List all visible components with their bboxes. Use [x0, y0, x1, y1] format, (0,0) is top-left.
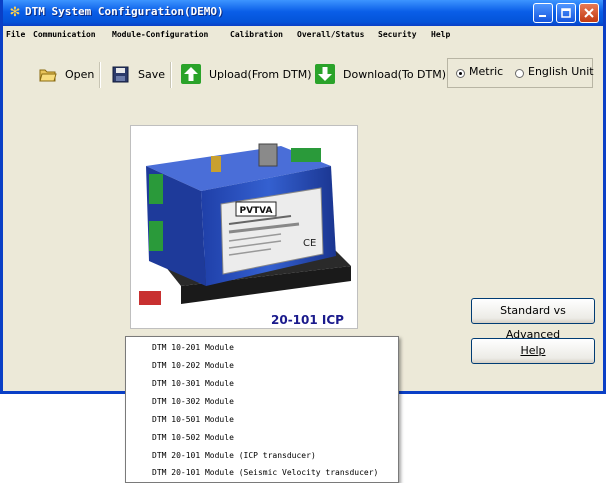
- module-list-item[interactable]: DTM 10-202 Module: [152, 361, 234, 370]
- upload-button[interactable]: Upload(From DTM): [181, 64, 312, 86]
- module-dropdown-menu: DTM 10-201 Module DTM 10-202 Module DTM …: [125, 336, 399, 483]
- download-button[interactable]: Download(To DTM): [315, 64, 446, 86]
- module-list-item[interactable]: DTM 10-301 Module: [152, 379, 234, 388]
- module-list-item[interactable]: DTM 10-201 Module: [152, 343, 234, 352]
- standard-vs-advanced-button[interactable]: Standard vs Advanced: [471, 298, 595, 341]
- dtm-module-illustration: PVTVA CE: [139, 143, 351, 305]
- save-button[interactable]: Save: [111, 64, 165, 86]
- svg-text:CE: CE: [303, 238, 316, 249]
- download-label: Download(To DTM): [343, 68, 447, 81]
- menu-overall-status[interactable]: Overall/Status: [297, 30, 364, 39]
- unit-selector: Metric English Unit: [447, 58, 594, 88]
- module-list-item[interactable]: DTM 20-101 Module (ICP transducer): [152, 451, 316, 460]
- toolbar-divider: [99, 62, 101, 88]
- open-folder-icon: [39, 69, 57, 82]
- up-arrow-icon: [181, 64, 201, 84]
- maximize-button[interactable]: [556, 3, 576, 23]
- down-arrow-icon: [315, 64, 335, 84]
- module-brand-label: PVTVA: [239, 206, 272, 216]
- module-image: PVTVA CE: [130, 125, 358, 329]
- close-icon: [584, 8, 594, 18]
- menu-bar: File Communication Module-Configuration …: [3, 26, 603, 44]
- english-unit-radio[interactable]: [515, 69, 524, 78]
- module-caption: 20-101 ICP: [271, 313, 344, 327]
- menu-calibration[interactable]: Calibration: [230, 30, 283, 39]
- floppy-disk-icon: [112, 66, 129, 83]
- main-window: ✻ DTM System Configuration(DEMO) File Co…: [0, 0, 606, 394]
- upload-label: Upload(From DTM): [209, 68, 312, 81]
- window-title: DTM System Configuration(DEMO): [25, 5, 224, 18]
- metric-radio[interactable]: [456, 69, 465, 78]
- open-label: Open: [65, 68, 95, 81]
- minimize-button[interactable]: [533, 3, 553, 23]
- menu-help[interactable]: Help: [431, 30, 450, 39]
- metric-label: Metric: [469, 65, 504, 78]
- title-bar[interactable]: ✻ DTM System Configuration(DEMO): [3, 0, 603, 26]
- app-icon: ✻: [9, 5, 21, 20]
- help-button[interactable]: Help: [471, 338, 595, 364]
- menu-file[interactable]: File: [6, 30, 25, 39]
- menu-security[interactable]: Security: [378, 30, 417, 39]
- minimize-icon: [539, 15, 546, 17]
- maximize-icon: [561, 8, 571, 18]
- menu-communication[interactable]: Communication: [33, 30, 96, 39]
- save-label: Save: [138, 68, 166, 81]
- english-unit-label: English Unit: [528, 65, 594, 78]
- open-button[interactable]: Open: [38, 64, 94, 86]
- module-list-item[interactable]: DTM 10-302 Module: [152, 397, 234, 406]
- module-list-item[interactable]: DTM 10-502 Module: [152, 433, 234, 442]
- menu-module-configuration[interactable]: Module-Configuration: [112, 30, 208, 39]
- close-button[interactable]: [579, 3, 599, 23]
- module-list-item[interactable]: DTM 20-101 Module (Seismic Velocity tran…: [152, 468, 378, 477]
- toolbar-divider: [170, 62, 172, 88]
- module-list-item[interactable]: DTM 10-501 Module: [152, 415, 234, 424]
